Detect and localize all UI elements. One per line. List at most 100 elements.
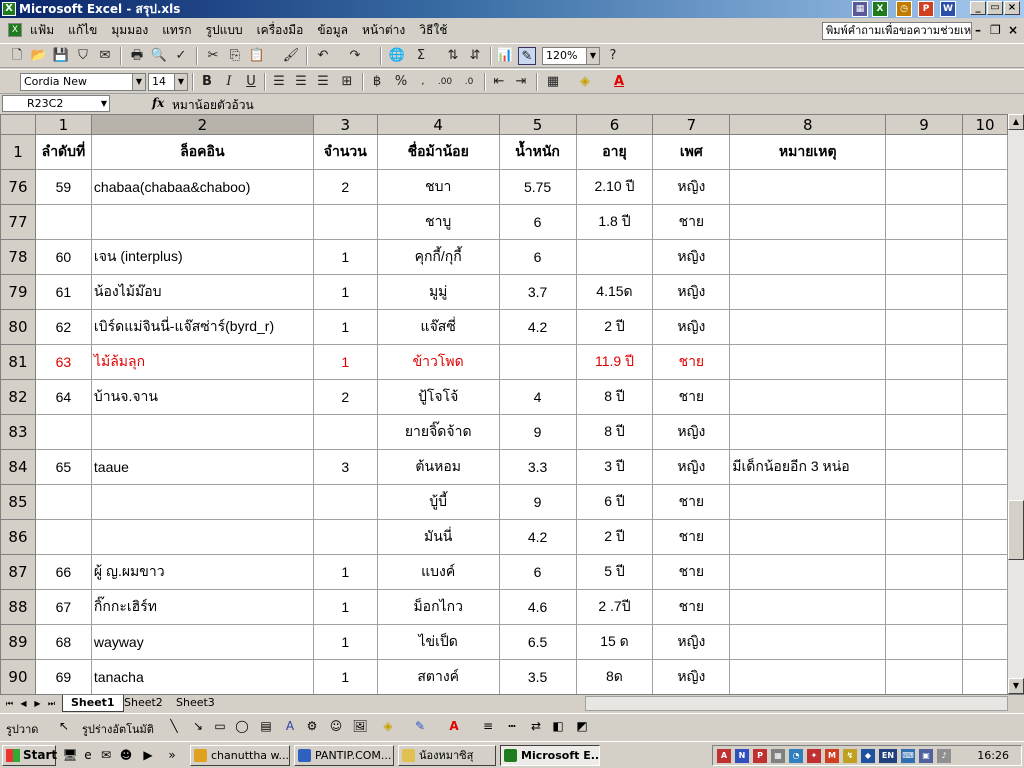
- cell[interactable]: 11.9 ปี: [575, 344, 654, 380]
- cell[interactable]: คุกกี้/กุกี้: [376, 239, 500, 275]
- cell[interactable]: [961, 484, 1008, 520]
- decrease-decimal-icon[interactable]: .0: [460, 73, 478, 91]
- row-header[interactable]: 82: [0, 379, 36, 415]
- row-header[interactable]: 90: [0, 659, 36, 694]
- cell[interactable]: หญิง: [652, 274, 731, 310]
- cell[interactable]: [34, 204, 92, 240]
- cell[interactable]: [90, 204, 314, 240]
- cell[interactable]: [729, 624, 887, 660]
- decrease-indent-icon[interactable]: ⇤: [490, 73, 508, 91]
- restore-button[interactable]: ▭: [987, 1, 1003, 15]
- cell[interactable]: 60: [34, 239, 92, 275]
- font-color-icon[interactable]: A: [446, 718, 462, 734]
- cell[interactable]: taaue: [90, 449, 314, 485]
- cell[interactable]: ชาย: [652, 589, 731, 625]
- cell[interactable]: [961, 414, 1008, 450]
- cell[interactable]: ชาย: [652, 554, 731, 590]
- autosum-icon[interactable]: Σ: [412, 47, 430, 65]
- cell[interactable]: [961, 134, 1008, 170]
- cell[interactable]: [729, 274, 887, 310]
- cell[interactable]: 4.2: [498, 519, 577, 555]
- increase-decimal-icon[interactable]: .00: [436, 73, 454, 91]
- vertical-scrollbar[interactable]: ▲ ▼: [1008, 114, 1024, 694]
- cell[interactable]: [961, 379, 1008, 415]
- cell[interactable]: tanacha: [90, 659, 314, 694]
- cell[interactable]: เพศ: [652, 134, 731, 170]
- cell[interactable]: [312, 414, 378, 450]
- cell[interactable]: ชาย: [652, 344, 731, 380]
- arrow-style-icon[interactable]: ⇄: [528, 718, 544, 734]
- display-icon[interactable]: ▦: [771, 749, 785, 763]
- cell[interactable]: ไม้ล้มลุก: [90, 344, 314, 380]
- cell[interactable]: หญิง: [652, 659, 731, 694]
- cell[interactable]: ยายจิ๊ดจ้าด: [376, 414, 500, 450]
- sheet-tab-2[interactable]: Sheet2: [116, 695, 171, 712]
- cell[interactable]: [961, 624, 1008, 660]
- cell[interactable]: 1: [312, 624, 378, 660]
- cell[interactable]: 1: [312, 659, 378, 694]
- sheet-tab-1[interactable]: Sheet1: [62, 695, 124, 712]
- cell[interactable]: 64: [34, 379, 92, 415]
- column-header[interactable]: 5: [498, 114, 577, 135]
- cell[interactable]: 8 ปี: [575, 379, 654, 415]
- cell[interactable]: มันนี่: [376, 519, 500, 555]
- network-icon[interactable]: N: [735, 749, 749, 763]
- cell[interactable]: [90, 519, 314, 555]
- zoom-select[interactable]: 120% ▼: [542, 47, 600, 65]
- cell[interactable]: 4: [498, 379, 577, 415]
- line-style-icon[interactable]: ≡: [480, 718, 496, 734]
- cell[interactable]: 1: [312, 239, 378, 275]
- close-button[interactable]: ×: [1004, 1, 1020, 15]
- cell[interactable]: 2 ปี: [575, 309, 654, 345]
- scroll-thumb[interactable]: [1008, 500, 1024, 560]
- italic-icon[interactable]: I: [220, 73, 238, 91]
- picture-icon[interactable]: 🖼: [352, 718, 368, 734]
- row-header[interactable]: 76: [0, 169, 36, 205]
- cell[interactable]: [961, 239, 1008, 275]
- column-header[interactable]: 3: [312, 114, 378, 135]
- cell[interactable]: 6: [498, 554, 577, 590]
- cell[interactable]: ชาย: [652, 484, 731, 520]
- cell[interactable]: [885, 589, 963, 625]
- shadow-icon[interactable]: ◧: [550, 718, 566, 734]
- sort-ascending-icon[interactable]: ⇅: [444, 47, 462, 65]
- align-left-icon[interactable]: ☰: [270, 73, 288, 91]
- cell[interactable]: เบิร์ดแม่จินนี่-แจ๊สซ่าร์(byrd_r): [90, 309, 314, 345]
- cell[interactable]: ปู้โจโจ้: [376, 379, 500, 415]
- cell[interactable]: [885, 449, 963, 485]
- cell[interactable]: chabaa(chabaa&chaboo): [90, 169, 314, 205]
- media-player-icon[interactable]: ▶: [140, 747, 156, 763]
- cell[interactable]: ชาย: [652, 204, 731, 240]
- cell[interactable]: ชาย: [652, 379, 731, 415]
- cell[interactable]: 2 ปี: [575, 519, 654, 555]
- excel-launcher-icon[interactable]: X: [872, 1, 888, 17]
- row-header[interactable]: 78: [0, 239, 36, 275]
- cell[interactable]: [729, 589, 887, 625]
- redo-icon[interactable]: ↷: [346, 47, 364, 65]
- name-box[interactable]: R23C2 ▼: [2, 95, 110, 112]
- save-icon[interactable]: 💾: [52, 47, 70, 65]
- cell[interactable]: ชาบู: [376, 204, 500, 240]
- cell[interactable]: 15 ด: [575, 624, 654, 660]
- cell[interactable]: 1: [312, 554, 378, 590]
- cell[interactable]: 62: [34, 309, 92, 345]
- cell[interactable]: [729, 204, 887, 240]
- cell[interactable]: [885, 379, 963, 415]
- row-header[interactable]: 77: [0, 204, 36, 240]
- ie-icon[interactable]: e: [80, 747, 96, 763]
- cell[interactable]: 2: [312, 169, 378, 205]
- cell[interactable]: [312, 204, 378, 240]
- cell[interactable]: 9: [498, 484, 577, 520]
- cell[interactable]: หญิง: [652, 624, 731, 660]
- new-icon[interactable]: 🗋: [8, 47, 26, 65]
- percent-icon[interactable]: %: [392, 73, 410, 91]
- dash-style-icon[interactable]: ┅: [504, 718, 520, 734]
- font-select[interactable]: Cordia New ▼: [20, 73, 146, 91]
- cell[interactable]: 4.15ด: [575, 274, 654, 310]
- copy-icon[interactable]: ⎘: [226, 47, 244, 65]
- cell[interactable]: [90, 414, 314, 450]
- doc-restore-button[interactable]: ❐: [990, 23, 1001, 37]
- cell[interactable]: 1: [312, 309, 378, 345]
- cell[interactable]: ข้าวโพด: [376, 344, 500, 380]
- cell[interactable]: ลำดับที่: [34, 134, 92, 170]
